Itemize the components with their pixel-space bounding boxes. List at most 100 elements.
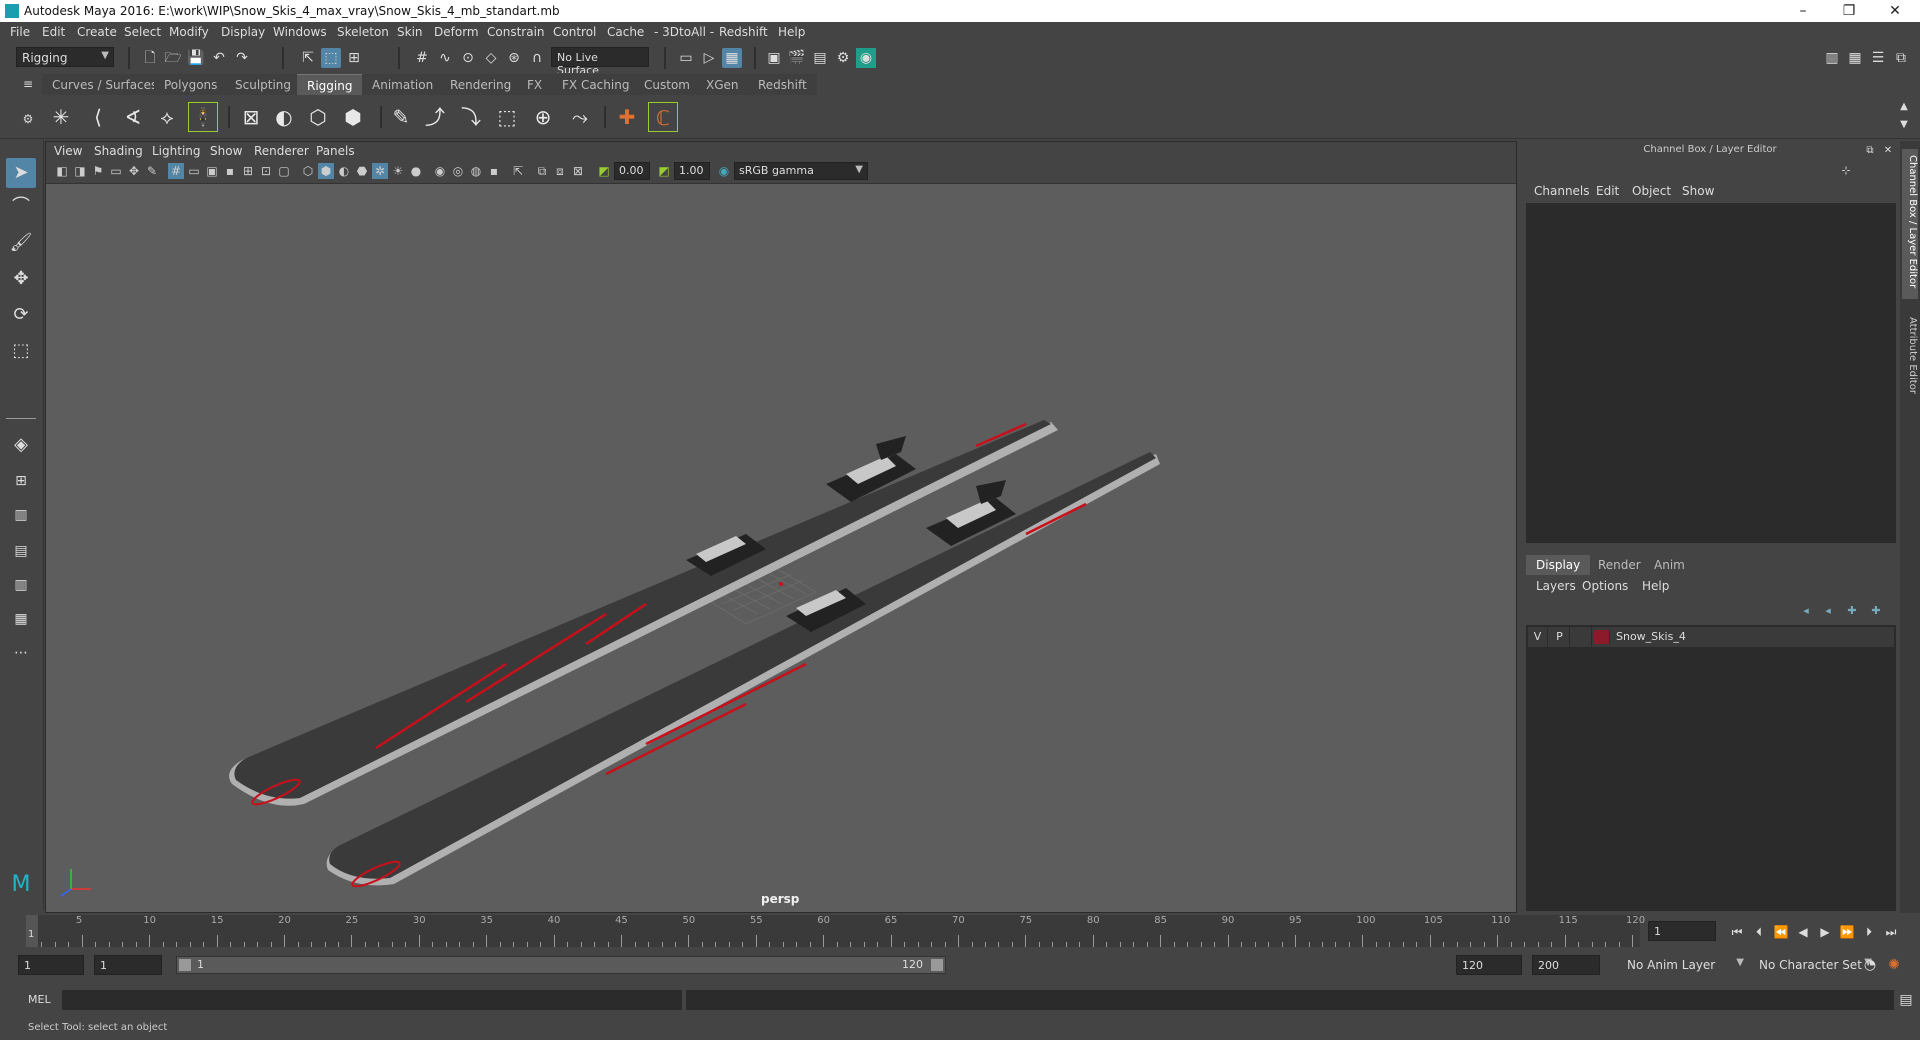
point-constraint-icon[interactable]: ⬚ <box>492 102 522 132</box>
shelf-tab-fx-caching[interactable]: FX Caching <box>552 74 640 95</box>
backface-icon[interactable]: ⊠ <box>570 163 586 179</box>
skin-cluster-icon[interactable]: ⤴ <box>420 102 450 132</box>
menu-create[interactable]: Create <box>77 25 117 39</box>
smooth-shade-icon[interactable]: ⬢ <box>318 163 334 179</box>
play-backward-icon[interactable]: ◀ <box>1794 923 1812 941</box>
script-language-label[interactable]: MEL <box>28 993 51 1006</box>
play-forward-icon[interactable]: ▶ <box>1816 923 1834 941</box>
menu-help[interactable]: Help <box>778 25 805 39</box>
paint-weights-icon[interactable]: ✎ <box>386 102 416 132</box>
move-tool-icon[interactable]: ✥ <box>6 264 36 294</box>
snap-point-icon[interactable]: ⊙ <box>458 48 478 68</box>
shelf-tab-animation[interactable]: Animation <box>362 74 444 95</box>
joint-tool-icon[interactable]: ✳ <box>46 102 76 132</box>
render-settings-icon[interactable]: ⚙ <box>833 48 853 68</box>
layer-visibility-toggle[interactable]: V <box>1528 627 1548 647</box>
parent-constraint-icon[interactable]: ⤵ <box>456 102 486 132</box>
resolution-gate-icon[interactable]: ▣ <box>204 163 220 179</box>
redo-icon[interactable]: ↷ <box>232 48 252 68</box>
output-ops-icon[interactable]: ▷ <box>699 48 719 68</box>
range-slider[interactable]: 1 120 <box>176 956 946 974</box>
character-set-dropdown[interactable]: No Character Set ▼ <box>1754 955 1876 975</box>
toggle-panels-icon[interactable]: ☰ <box>1868 48 1888 68</box>
layer-type-toggle[interactable] <box>1572 627 1592 647</box>
xray-components-icon[interactable]: ⧈ <box>552 163 568 179</box>
playback-start-field[interactable]: 1 <box>94 955 162 975</box>
anim-layer-dropdown[interactable]: No Anim Layer ▼ <box>1622 955 1748 975</box>
snap-curve-icon[interactable]: ∿ <box>435 48 455 68</box>
color-management-icon[interactable]: ◉ <box>716 163 732 179</box>
ik-handle-icon[interactable]: ∢ <box>118 102 148 132</box>
image-plane-icon[interactable]: ▭ <box>108 163 124 179</box>
select-hierarchy-icon[interactable]: ⇱ <box>298 48 318 68</box>
shelf-tab-rigging[interactable]: Rigging <box>297 74 363 95</box>
input-ops-icon[interactable]: ▭ <box>676 48 696 68</box>
minimize-button[interactable]: – <box>1780 1 1826 21</box>
paint-select-tool-icon[interactable]: 🖌 <box>6 228 36 258</box>
bind-skin-icon[interactable]: ⊠ <box>236 102 266 132</box>
motion-blur-icon[interactable]: ◉ <box>432 163 448 179</box>
wrap-icon[interactable]: ⬢ <box>338 102 368 132</box>
menu-windows[interactable]: Windows <box>273 25 327 39</box>
screen-space-ao-icon[interactable]: ● <box>408 163 424 179</box>
cluster-icon[interactable]: ℂ <box>648 102 678 132</box>
shelf-scroll-down-icon[interactable]: ▼ <box>1894 115 1914 135</box>
gate-mask-icon[interactable]: ▪ <box>222 163 238 179</box>
construction-history-icon[interactable]: ▦ <box>722 48 742 68</box>
playback-end-field[interactable]: 120 <box>1456 955 1522 975</box>
safe-title-icon[interactable]: ▢ <box>276 163 292 179</box>
workspace-panels-icon[interactable]: ▦ <box>1845 48 1865 68</box>
humanik-icon[interactable]: 🕴 <box>188 102 218 132</box>
menu-skeleton[interactable]: Skeleton <box>337 25 389 39</box>
shelf-tab-sculpting[interactable]: Sculpting <box>225 74 302 95</box>
layer-tab-render[interactable]: Render <box>1588 555 1651 575</box>
menu-edit[interactable]: Edit <box>42 25 65 39</box>
side-tab-attribute-editor[interactable]: Attribute Editor <box>1902 311 1918 411</box>
viewport-menu-renderer[interactable]: Renderer <box>254 144 309 158</box>
menuset-dropdown[interactable]: Rigging ▼ <box>16 47 114 67</box>
auto-key-icon[interactable]: ◔ <box>1860 955 1880 975</box>
select-component-icon[interactable]: ⊞ <box>344 48 364 68</box>
textured-icon[interactable]: ⬣ <box>354 163 370 179</box>
side-tab-channel-box[interactable]: Channel Box / Layer Editor <box>1902 149 1918 299</box>
field-chart-icon[interactable]: ⊞ <box>240 163 256 179</box>
channel-box-menu-channels[interactable]: Channels <box>1534 184 1590 198</box>
time-slider[interactable]: 5 10 15 20 25 30 35 40 45 50 55 60 65 70 75 80 85 90 95 100… <box>0 913 1920 949</box>
snap-grid-icon[interactable]: # <box>412 48 432 68</box>
exposure-field[interactable]: 0.00 <box>614 162 650 180</box>
live-surface-field[interactable]: No Live Surface <box>551 47 649 77</box>
menu-control[interactable]: Control <box>553 25 596 39</box>
step-back-key-icon[interactable]: ⏪ <box>1772 923 1790 941</box>
persp-uv-layout-icon[interactable]: ▦ <box>6 604 36 634</box>
step-forward-key-icon[interactable]: ⏩ <box>1838 923 1856 941</box>
shelf-tab-rendering[interactable]: Rendering <box>440 74 522 95</box>
four-view-layout-icon[interactable]: ⊞ <box>6 466 36 496</box>
lattice-icon[interactable]: ⬡ <box>303 102 333 132</box>
viewport-panel[interactable]: View Shading Lighting Show Renderer Pane… <box>45 141 1517 913</box>
move-layer-down-icon[interactable]: ◂ <box>1818 601 1838 621</box>
shelf-tab-xgen[interactable]: XGen <box>696 74 749 95</box>
current-frame-field[interactable]: 1 <box>1648 921 1716 941</box>
move-layer-up-icon[interactable]: ◂ <box>1796 601 1816 621</box>
ipr-render-icon[interactable]: ▤ <box>810 48 830 68</box>
xray-icon[interactable]: ⇱ <box>510 163 526 179</box>
snap-live-icon[interactable]: ⊛ <box>504 48 524 68</box>
channel-box-menu-show[interactable]: Show <box>1682 184 1714 198</box>
shelf-tab-curves-surfaces[interactable]: Curves / Surfaces <box>42 74 168 95</box>
grid-icon[interactable]: # <box>168 163 184 179</box>
layer-row[interactable]: V P Snow_Skis_4 <box>1528 627 1894 647</box>
multisample-aa-icon[interactable]: ◎ <box>450 163 466 179</box>
menu-3dtoall[interactable]: - 3DtoAll - <box>654 25 714 39</box>
viewport-menu-show[interactable]: Show <box>210 144 242 158</box>
shadows-icon[interactable]: ☀ <box>390 163 406 179</box>
new-scene-icon[interactable]: 🗋 <box>140 48 160 68</box>
workspace-modeling-icon[interactable]: ▥ <box>1822 48 1842 68</box>
step-back-frame-icon[interactable]: ⏴ <box>1750 923 1768 941</box>
shelf-tab-polygons[interactable]: Polygons <box>154 74 228 95</box>
render-frame-icon[interactable]: 🎬 <box>787 48 807 68</box>
animation-start-field[interactable]: 1 <box>18 955 84 975</box>
bookmark-icon[interactable]: ⚑ <box>90 163 106 179</box>
viewport-scene[interactable] <box>46 184 1516 912</box>
lasso-tool-icon[interactable]: ⌒ <box>6 192 36 222</box>
float-panel-icon[interactable]: ⧉ <box>1860 141 1880 161</box>
